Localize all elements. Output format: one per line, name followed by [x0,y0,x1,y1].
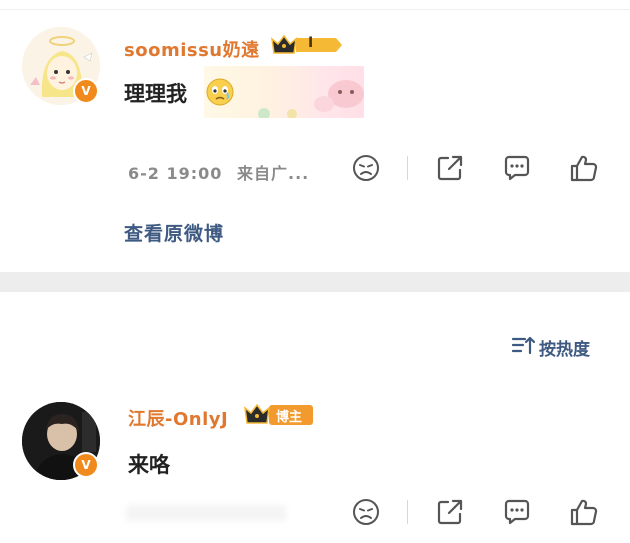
view-original-link[interactable]: 查看原微博 [124,219,224,246]
comment-text: 来咯 [128,453,170,477]
dislike-icon [353,499,379,525]
comment-text: 理理我 [124,82,187,106]
dislike-button[interactable] [350,496,382,528]
top-divider [0,9,630,10]
comments-page: V soomissu奶遠 I 理理我 6-2 19:00 来自广... 查看原微… [0,0,630,543]
like-button[interactable] [568,496,600,528]
author-badge: 博主 [241,400,315,432]
like-button[interactable] [568,152,600,184]
action-separator [407,156,408,180]
comment-icon [504,155,530,181]
action-separator [407,500,408,524]
author-badge-text: 博主 [276,410,303,425]
sort-toggle[interactable]: 按热度 [511,335,590,360]
section-divider [0,272,630,292]
crown-icon [270,34,342,54]
comment-button[interactable] [501,496,533,528]
sticker-emoji-icon [205,77,235,107]
comment-timestamp: 6-2 19:00 来自广... [128,164,310,183]
like-icon [570,499,598,526]
username[interactable]: 江辰-OnlyJ [128,405,228,431]
comment-icon [504,499,530,525]
dislike-icon [353,155,379,181]
blurred-meta [126,505,286,521]
verified-icon: V [73,78,99,104]
share-button[interactable] [434,152,466,184]
level-badge-text: I [308,35,314,51]
share-icon [437,155,463,181]
comment-source: 来自广... [236,164,310,183]
share-icon [437,499,463,525]
dislike-button[interactable] [350,152,382,184]
sort-icon [511,335,536,360]
verified-icon: V [73,452,99,478]
like-icon [570,155,598,182]
level-badge: I [268,32,344,62]
share-button[interactable] [434,496,466,528]
comment-button[interactable] [501,152,533,184]
username[interactable]: soomissu奶遠 [124,36,260,62]
sort-label: 按热度 [539,340,590,360]
